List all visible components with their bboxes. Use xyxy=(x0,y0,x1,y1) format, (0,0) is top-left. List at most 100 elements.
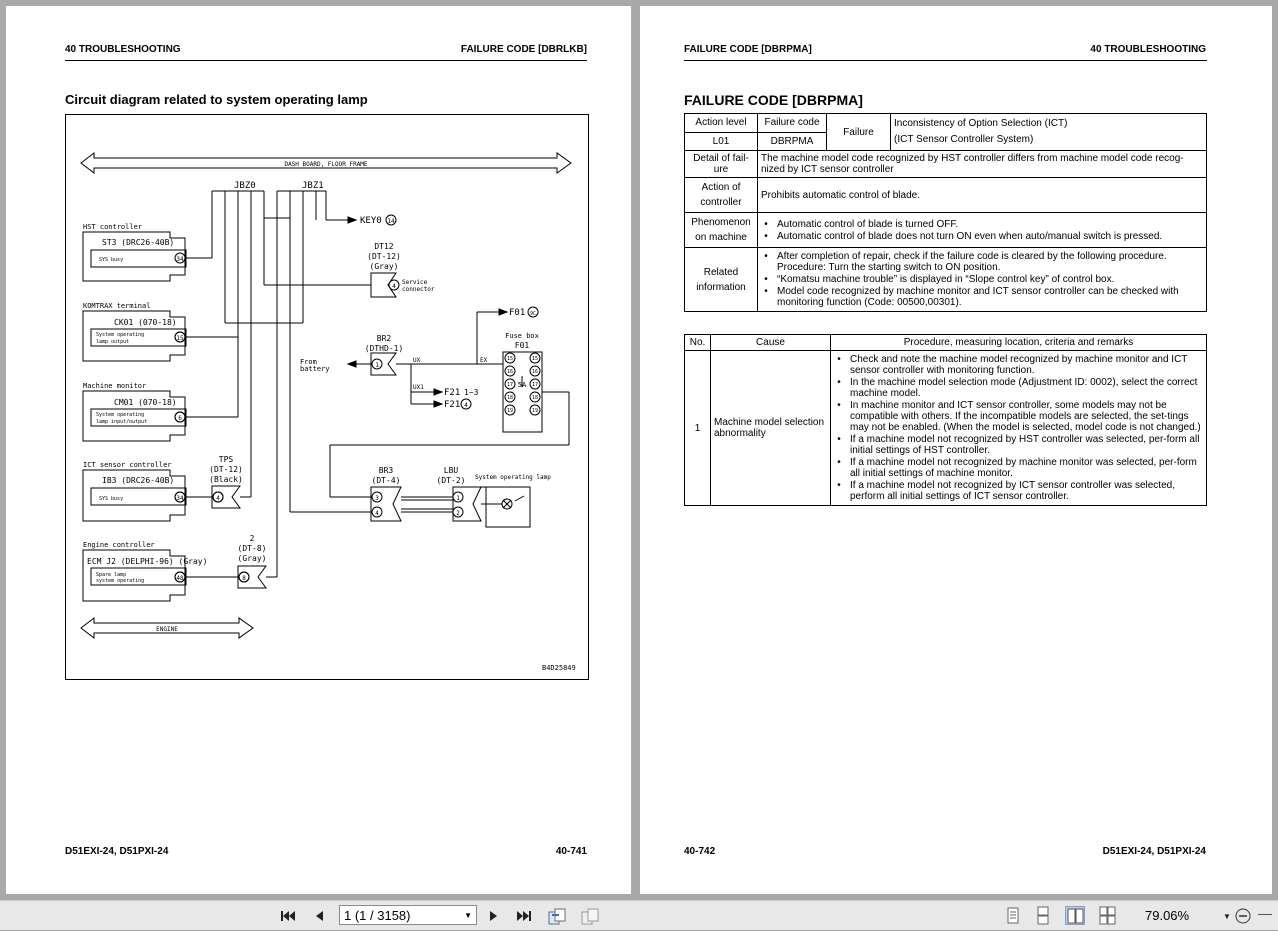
fuse-pin-label: 19 xyxy=(507,408,513,414)
komtrax-title: KOMTRAX terminal xyxy=(83,302,150,310)
tps-pin: 4 xyxy=(216,495,220,502)
related-list: • After completion of repair, check if th… xyxy=(757,247,1207,312)
list-item: • “Komatsu machine trouble” is displayed … xyxy=(764,274,1115,285)
action-header: Action of controller xyxy=(684,177,758,213)
list-item: • In the machine model selection mode (Ad… xyxy=(837,377,1198,399)
tps-type: (DT-12) xyxy=(209,465,243,474)
f01-label: F01 xyxy=(509,308,525,318)
procedure-header: Procedure, measuring location, criteria … xyxy=(830,334,1207,351)
failure-title: FAILURE CODE [DBRPMA] xyxy=(684,92,863,108)
last-page-icon[interactable] xyxy=(514,906,534,926)
hst-title: HST controller xyxy=(83,223,142,231)
br3-pin-1: 3 xyxy=(375,495,379,502)
prev-page-icon[interactable] xyxy=(309,906,329,926)
continuous-facing-icon[interactable] xyxy=(1098,906,1118,925)
zoom-level[interactable]: 79.06% xyxy=(1145,908,1189,923)
list-item: • After completion of repair, check if th… xyxy=(764,251,1167,273)
f21-pin-b: 4 xyxy=(464,402,468,409)
c2-color: (Gray) xyxy=(238,554,267,563)
machine-monitor-connector: CM01 (070-18) xyxy=(114,398,177,407)
service-label: Service xyxy=(402,279,428,286)
dt12-type: (DT-12) xyxy=(367,252,401,261)
action-value: Prohibits automatic control of blade. xyxy=(757,177,1207,213)
ict-title: ICT sensor controller xyxy=(83,461,172,469)
fuse-pin-label: 19 xyxy=(532,408,538,414)
fuse-5a: 5A xyxy=(518,381,527,389)
dash-board-label: DASH BOARD, FLOOR FRAME xyxy=(284,161,367,168)
header-rule xyxy=(65,60,587,61)
list-item: • If a machine model not recognized by HS… xyxy=(837,434,1200,456)
jbz1-label: JBZ1 xyxy=(302,181,324,191)
hst-pin: 34 xyxy=(176,256,184,263)
related-header: Related information xyxy=(684,247,758,312)
tps-color: (Black) xyxy=(209,475,243,484)
ecm-signal-2: system operating xyxy=(96,578,144,584)
lbu-pin-1: 1 xyxy=(456,495,460,502)
forward-view-icon[interactable] xyxy=(580,906,600,926)
f21-pins-a: 1~3 xyxy=(464,388,479,397)
chevron-down-icon[interactable]: ▼ xyxy=(464,906,472,926)
f21-label-b: F21 xyxy=(444,400,460,410)
br2-pin: 1 xyxy=(375,362,379,369)
f21-label-a: F21 xyxy=(444,388,460,398)
dt12-color: (Gray) xyxy=(370,262,399,271)
system-lamp-title: System operating lamp xyxy=(475,474,551,481)
next-page-icon[interactable] xyxy=(484,906,504,926)
komtrax-signal-2: lamp output xyxy=(96,339,129,345)
zoom-slider[interactable] xyxy=(1258,914,1272,915)
fuse-pin-label: 16 xyxy=(507,369,513,375)
fuse-pin-label: 17 xyxy=(532,382,538,388)
tps-label: TPS xyxy=(219,455,234,464)
table-row: 1 Machine model selection abnormality • C… xyxy=(684,350,1207,506)
list-item: • Check and note the machine model recogn… xyxy=(837,354,1188,376)
fuse-pin-label: 16 xyxy=(532,369,538,375)
list-item: • If a machine model not recognized by ma… xyxy=(837,457,1197,479)
right-header-code: FAILURE CODE [DBRPMA] xyxy=(684,44,812,55)
single-page-icon[interactable] xyxy=(1003,906,1023,925)
list-item: • If a machine model not recognized by IC… xyxy=(837,480,1175,502)
right-footer-page: 40-742 xyxy=(684,846,716,857)
battery-label: battery xyxy=(300,365,330,373)
fuse-pin-label: 18 xyxy=(507,395,513,401)
failure-line-2: (ICT Sensor Controller System) xyxy=(894,134,1034,145)
zoom-out-icon[interactable] xyxy=(1233,906,1253,926)
left-header-section: 40 TROUBLESHOOTING xyxy=(65,44,181,55)
action-level-value: L01 xyxy=(684,131,758,151)
cause-header: Cause xyxy=(710,334,831,351)
cause-text: Machine model selection abnormality xyxy=(710,350,831,506)
lbu-type: (DT-2) xyxy=(437,476,466,485)
failure-code-header: Failure code xyxy=(757,113,827,133)
engine-controller-title: Engine controller xyxy=(83,541,155,549)
facing-icon[interactable] xyxy=(1065,906,1085,925)
back-view-icon[interactable] xyxy=(547,906,567,926)
list-item: • Automatic control of blade does not tur… xyxy=(764,230,1163,242)
left-page: 40 TROUBLESHOOTING FAILURE CODE [DBRLKB]… xyxy=(6,6,631,894)
viewer-toolbar: 1 (1 / 3158) ▼ 79.06% ▼ xyxy=(0,900,1278,930)
continuous-icon[interactable] xyxy=(1033,906,1053,925)
ex-label: EX xyxy=(480,357,488,364)
br3-pin-2: 4 xyxy=(375,510,379,517)
machine-monitor-signal-2: lamp input/output xyxy=(96,419,147,425)
cause-no: 1 xyxy=(684,350,711,506)
engine-label: ENGINE xyxy=(156,626,178,633)
c2-pin: 8 xyxy=(242,575,246,582)
left-footer-page: 40-741 xyxy=(555,846,587,857)
service-label-2: connector xyxy=(402,286,435,293)
ict-signal: SYS busy xyxy=(99,496,123,502)
section-title: Circuit diagram related to system operat… xyxy=(65,92,368,107)
failure-description: Inconsistency of Option Selection (ICT) … xyxy=(890,113,1207,151)
dt12-label: DT12 xyxy=(374,242,393,251)
header-rule xyxy=(684,60,1207,61)
failure-code-value: DBRPMA xyxy=(757,131,827,151)
f01-pin: 9C xyxy=(530,311,536,317)
list-item: • In machine monitor and ICT sensor contr… xyxy=(837,400,1201,433)
br3-label: BR3 xyxy=(379,466,394,475)
first-page-icon[interactable] xyxy=(278,906,298,926)
br2-label: BR2 xyxy=(377,334,392,343)
no-header: No. xyxy=(684,334,711,351)
fusebox-label: Fuse box xyxy=(505,332,539,340)
page-number-input[interactable]: 1 (1 / 3158) ▼ xyxy=(339,905,477,925)
phenomenon-list: • Automatic control of blade is turned OF… xyxy=(757,212,1207,248)
failure-info-table: Action level Failure code Failure Incons… xyxy=(684,113,1207,312)
page-number-value: 1 (1 / 3158) xyxy=(344,908,411,923)
